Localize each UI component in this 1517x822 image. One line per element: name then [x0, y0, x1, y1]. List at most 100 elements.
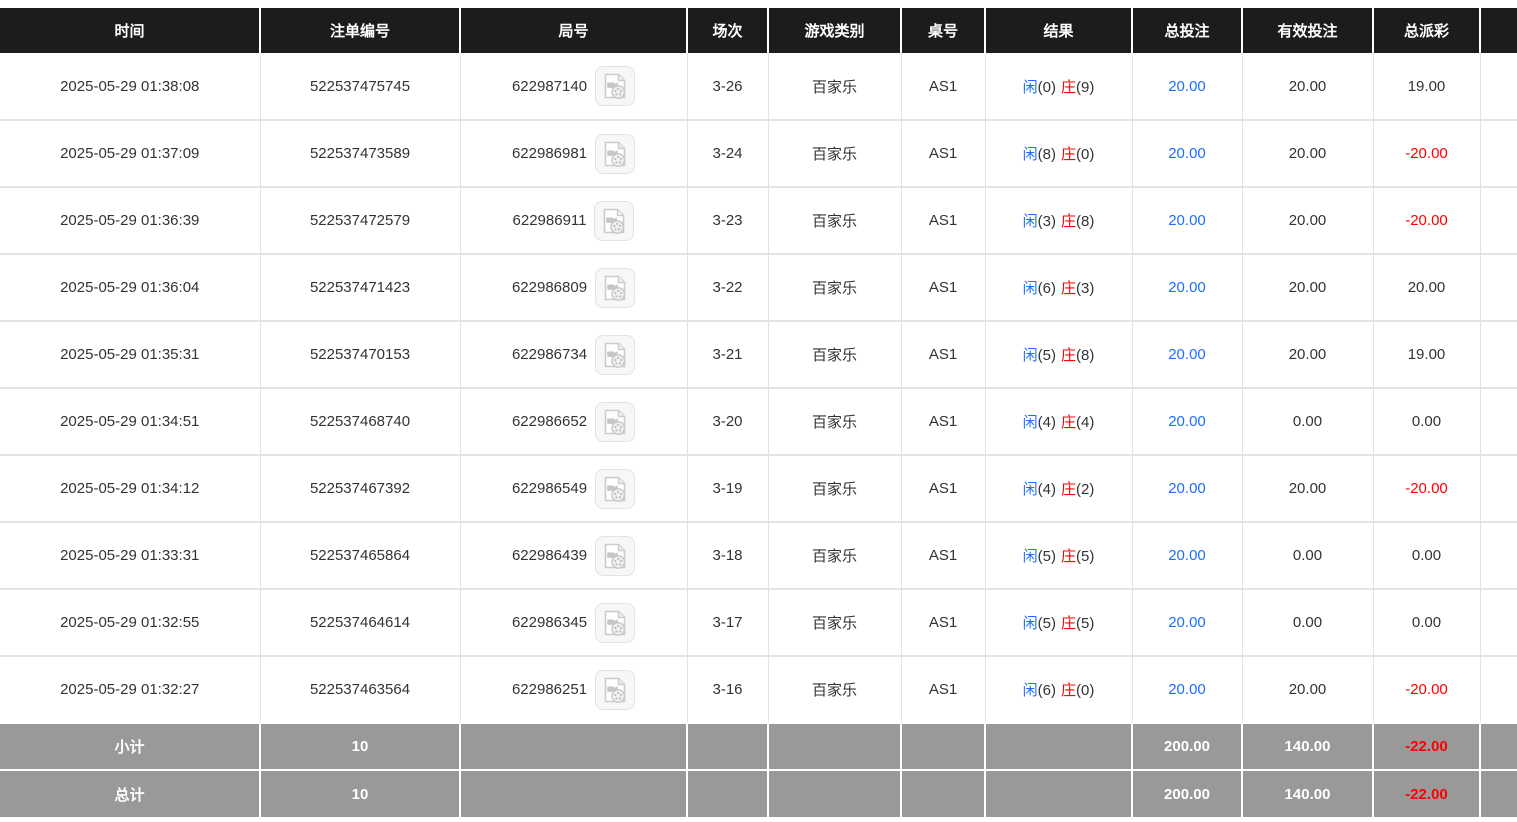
video-replay-button[interactable]: [595, 335, 635, 375]
table-row: 2025-05-29 01:36:04522537471423622986809…: [0, 254, 1517, 321]
result-player-value: (0): [1038, 79, 1056, 96]
total-bet-link[interactable]: 20.00: [1168, 212, 1206, 229]
round-id-value: 622986981: [512, 145, 587, 162]
total-bet-link[interactable]: 20.00: [1168, 614, 1206, 631]
video-replay-button[interactable]: [595, 603, 635, 643]
table-row: 2025-05-29 01:35:31522537470153622986734…: [0, 321, 1517, 388]
total-bet-link[interactable]: 20.00: [1168, 413, 1206, 430]
column-header-result: 结果: [985, 8, 1132, 53]
cell-session: 3-24: [687, 120, 768, 187]
video-replay-button[interactable]: [595, 469, 635, 509]
video-replay-icon: [602, 72, 628, 100]
cell-game-type: 百家乐: [768, 254, 901, 321]
video-replay-button[interactable]: [595, 268, 635, 308]
cell-round-id: 622987140: [460, 53, 687, 120]
table-row: 2025-05-29 01:34:51522537468740622986652…: [0, 388, 1517, 455]
footer-label: 小计: [0, 723, 260, 770]
column-header-payout: 总派彩: [1373, 8, 1480, 53]
cell-table-id: AS1: [901, 120, 985, 187]
footer-result-empty: [985, 770, 1132, 817]
table-row: 2025-05-29 01:37:09522537473589622986981…: [0, 120, 1517, 187]
cell-game-type: 百家乐: [768, 321, 901, 388]
total-bet-link[interactable]: 20.00: [1168, 145, 1206, 162]
total-bet-link[interactable]: 20.00: [1168, 547, 1206, 564]
cell-total-bet: 20.00: [1132, 522, 1242, 589]
footer-label: 总计: [0, 770, 260, 817]
cell-game-type: 百家乐: [768, 53, 901, 120]
video-replay-button[interactable]: [595, 536, 635, 576]
cell-payout: 19.00: [1373, 321, 1480, 388]
result-player-label: 闲: [1023, 615, 1038, 632]
cell-game-type: 百家乐: [768, 522, 901, 589]
table-row: 2025-05-29 01:32:55522537464614622986345…: [0, 589, 1517, 656]
cell-payout: -20.00: [1373, 455, 1480, 522]
header-row: 时间注单编号局号场次游戏类别桌号结果总投注有效投注总派彩: [0, 8, 1517, 53]
footer-total-bet: 200.00: [1132, 770, 1242, 817]
cell-round-id: 622986809: [460, 254, 687, 321]
footer-result-empty: [985, 723, 1132, 770]
column-header-round_id: 局号: [460, 8, 687, 53]
column-header-table_id: 桌号: [901, 8, 985, 53]
round-id-value: 622986652: [512, 413, 587, 430]
cell-valid-bet: 0.00: [1242, 388, 1373, 455]
total-bet-link[interactable]: 20.00: [1168, 480, 1206, 497]
round-id-value: 622986911: [513, 212, 587, 229]
video-replay-button[interactable]: [595, 670, 635, 710]
video-replay-button[interactable]: [594, 201, 634, 241]
cell-result: 闲(6)庄(0): [985, 656, 1132, 723]
footer-bet-count: 10: [260, 723, 460, 770]
result-banker-value: (0): [1076, 682, 1094, 699]
result-banker-label: 庄: [1061, 213, 1076, 230]
cell-table-id: AS1: [901, 589, 985, 656]
total-bet-link[interactable]: 20.00: [1168, 346, 1206, 363]
video-replay-icon: [602, 408, 628, 436]
round-id-value: 622986439: [512, 547, 587, 564]
footer-payout: -22.00: [1373, 770, 1480, 817]
cell-time: 2025-05-29 01:33:31: [0, 522, 260, 589]
cell-extra: [1480, 254, 1517, 321]
round-id-wrap: 622986439: [461, 536, 687, 576]
video-replay-button[interactable]: [595, 66, 635, 106]
result-banker-label: 庄: [1061, 280, 1076, 297]
cell-table-id: AS1: [901, 388, 985, 455]
cell-payout: 19.00: [1373, 53, 1480, 120]
cell-table-id: AS1: [901, 187, 985, 254]
round-id-value: 622986251: [512, 681, 587, 698]
cell-total-bet: 20.00: [1132, 388, 1242, 455]
cell-round-id: 622986549: [460, 455, 687, 522]
video-replay-button[interactable]: [595, 402, 635, 442]
result-player-label: 闲: [1023, 280, 1038, 297]
cell-game-type: 百家乐: [768, 388, 901, 455]
result-player-label: 闲: [1023, 347, 1038, 364]
result-banker-label: 庄: [1061, 414, 1076, 431]
cell-session: 3-20: [687, 388, 768, 455]
cell-time: 2025-05-29 01:35:31: [0, 321, 260, 388]
table-row: 2025-05-29 01:33:31522537465864622986439…: [0, 522, 1517, 589]
total-bet-link[interactable]: 20.00: [1168, 78, 1206, 95]
cell-session: 3-26: [687, 53, 768, 120]
cell-valid-bet: 0.00: [1242, 589, 1373, 656]
cell-game-type: 百家乐: [768, 589, 901, 656]
video-replay-button[interactable]: [595, 134, 635, 174]
video-replay-icon: [601, 207, 627, 235]
cell-time: 2025-05-29 01:36:39: [0, 187, 260, 254]
footer-extra: [1480, 723, 1517, 770]
video-replay-icon: [602, 140, 628, 168]
column-header-game_type: 游戏类别: [768, 8, 901, 53]
cell-valid-bet: 0.00: [1242, 522, 1373, 589]
result-banker-value: (8): [1076, 213, 1094, 230]
result-player-value: (5): [1038, 347, 1056, 364]
cell-total-bet: 20.00: [1132, 120, 1242, 187]
cell-valid-bet: 20.00: [1242, 53, 1373, 120]
cell-bet-id: 522537471423: [260, 254, 460, 321]
column-header-bet_id: 注单编号: [260, 8, 460, 53]
result-banker-value: (9): [1076, 79, 1094, 96]
cell-table-id: AS1: [901, 522, 985, 589]
total-bet-link[interactable]: 20.00: [1168, 681, 1206, 698]
footer-extra: [1480, 770, 1517, 817]
round-id-wrap: 622986734: [461, 335, 687, 375]
cell-round-id: 622986439: [460, 522, 687, 589]
total-bet-link[interactable]: 20.00: [1168, 279, 1206, 296]
cell-table-id: AS1: [901, 321, 985, 388]
cell-extra: [1480, 187, 1517, 254]
